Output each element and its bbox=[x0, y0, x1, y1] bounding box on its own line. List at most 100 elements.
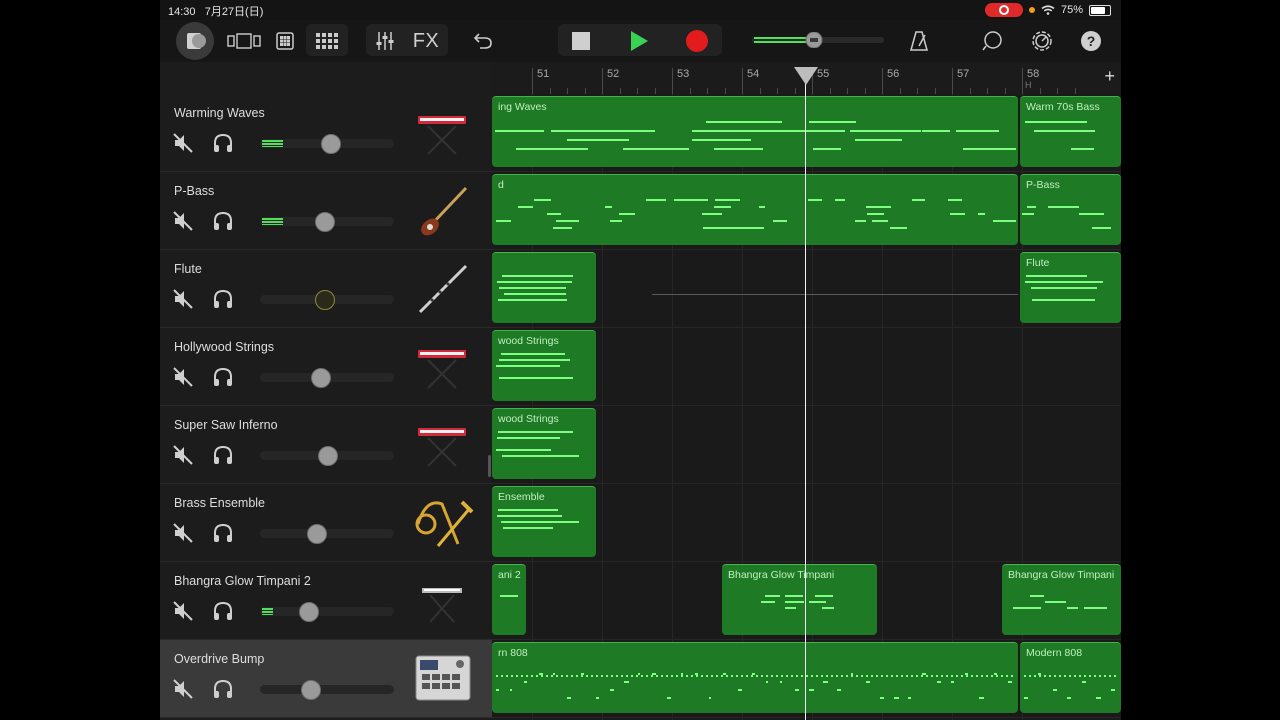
midi-region[interactable]: P-Bass bbox=[1020, 174, 1121, 245]
mute-button[interactable] bbox=[172, 132, 194, 154]
help-button[interactable]: ? bbox=[1078, 28, 1104, 54]
mute-button[interactable] bbox=[172, 600, 194, 622]
mute-button[interactable] bbox=[172, 210, 194, 232]
tracks-view-button[interactable] bbox=[272, 28, 298, 54]
track-volume-slider[interactable] bbox=[260, 602, 394, 622]
midi-note bbox=[872, 220, 888, 222]
midi-note bbox=[993, 220, 1002, 222]
loop-browser-button[interactable] bbox=[980, 28, 1006, 54]
midi-note bbox=[496, 220, 511, 222]
midi-note bbox=[1030, 595, 1044, 597]
headphones-icon bbox=[214, 679, 232, 698]
bass-guitar-icon[interactable] bbox=[412, 182, 474, 240]
volume-knob[interactable] bbox=[301, 680, 321, 700]
midi-region[interactable]: Flute bbox=[1020, 252, 1121, 323]
track-volume-slider[interactable] bbox=[260, 212, 394, 232]
brass-icon[interactable] bbox=[412, 494, 474, 552]
midi-region[interactable]: ani 2 bbox=[492, 564, 526, 635]
midi-region[interactable]: Modern 808 bbox=[1020, 642, 1121, 713]
live-loops-button[interactable] bbox=[312, 28, 342, 54]
drum-machine-icon[interactable] bbox=[412, 650, 474, 708]
track-header[interactable]: Warming Waves bbox=[160, 94, 492, 172]
midi-region[interactable]: ing Waves bbox=[492, 96, 1018, 167]
midi-note bbox=[890, 227, 907, 229]
track-volume-slider[interactable] bbox=[260, 524, 394, 544]
undo-button[interactable] bbox=[470, 28, 496, 54]
midi-region[interactable]: Bhangra Glow Timpani bbox=[1002, 564, 1121, 635]
volume-knob[interactable] bbox=[315, 212, 335, 232]
track-volume-slider[interactable] bbox=[260, 680, 394, 700]
fx-button[interactable]: FX bbox=[410, 28, 442, 54]
browser-button[interactable] bbox=[226, 28, 262, 54]
volume-knob[interactable] bbox=[321, 134, 341, 154]
midi-note bbox=[738, 689, 742, 691]
midi-note bbox=[809, 689, 814, 691]
master-volume-slider[interactable] bbox=[752, 32, 884, 48]
flute-icon[interactable] bbox=[412, 260, 474, 318]
tracks-area[interactable]: ing Waves Warm 70s Bass d P-Bass Flute wood S… bbox=[492, 94, 1121, 720]
track-header[interactable]: Overdrive Bump bbox=[160, 640, 492, 718]
add-section-button[interactable]: + bbox=[1104, 66, 1115, 87]
status-bar: 14:30 7月27日(日) 75% bbox=[160, 0, 1121, 20]
region-label: rn 808 bbox=[498, 647, 528, 659]
my-songs-button[interactable] bbox=[176, 22, 214, 60]
midi-note bbox=[766, 681, 768, 683]
settings-button[interactable] bbox=[1029, 28, 1055, 54]
stop-button[interactable] bbox=[566, 28, 596, 54]
record-button[interactable] bbox=[682, 28, 712, 54]
mute-button[interactable] bbox=[172, 678, 194, 700]
midi-note bbox=[610, 220, 622, 222]
midi-region[interactable]: Ensemble bbox=[492, 486, 596, 557]
track-header[interactable]: Super Saw Inferno bbox=[160, 406, 492, 484]
track-volume-slider[interactable] bbox=[260, 134, 394, 154]
midi-region[interactable]: wood Strings bbox=[492, 330, 596, 401]
mute-button[interactable] bbox=[172, 288, 194, 310]
midi-region[interactable]: wood Strings bbox=[492, 408, 596, 479]
track-volume-slider[interactable] bbox=[260, 446, 394, 466]
mute-icon bbox=[173, 211, 193, 231]
headphones-icon bbox=[214, 289, 232, 308]
midi-region[interactable]: Bhangra Glow Timpani bbox=[722, 564, 877, 635]
track-header[interactable]: Flute bbox=[160, 250, 492, 328]
track-volume-slider[interactable] bbox=[260, 368, 394, 388]
keyboard-icon[interactable] bbox=[412, 104, 474, 162]
track-header[interactable]: P-Bass bbox=[160, 172, 492, 250]
midi-note bbox=[809, 121, 836, 123]
midi-note bbox=[502, 275, 573, 277]
mute-button[interactable] bbox=[172, 366, 194, 388]
mixer-button[interactable] bbox=[372, 28, 398, 54]
solo-button[interactable] bbox=[212, 366, 234, 388]
keyboard-icon[interactable] bbox=[412, 338, 474, 396]
midi-note bbox=[499, 377, 573, 379]
solo-button[interactable] bbox=[212, 522, 234, 544]
midi-note bbox=[908, 697, 911, 699]
solo-button[interactable] bbox=[212, 210, 234, 232]
playhead-handle[interactable] bbox=[794, 67, 818, 85]
metronome-button[interactable] bbox=[906, 28, 932, 54]
track-header[interactable]: Brass Ensemble bbox=[160, 484, 492, 562]
keyboard-icon[interactable] bbox=[412, 416, 474, 474]
midi-region[interactable]: Warm 70s Bass bbox=[1020, 96, 1121, 167]
mute-button[interactable] bbox=[172, 444, 194, 466]
volume-knob[interactable] bbox=[311, 368, 331, 388]
midi-note bbox=[499, 287, 566, 289]
solo-button[interactable] bbox=[212, 288, 234, 310]
track-volume-slider[interactable] bbox=[260, 290, 394, 310]
volume-knob[interactable] bbox=[318, 446, 338, 466]
headphones-icon bbox=[214, 523, 232, 542]
solo-button[interactable] bbox=[212, 600, 234, 622]
play-button[interactable] bbox=[624, 28, 654, 54]
track-header[interactable]: Hollywood Strings bbox=[160, 328, 492, 406]
volume-knob[interactable] bbox=[299, 602, 319, 622]
solo-button[interactable] bbox=[212, 444, 234, 466]
volume-knob[interactable] bbox=[307, 524, 327, 544]
mute-button[interactable] bbox=[172, 522, 194, 544]
solo-button[interactable] bbox=[212, 132, 234, 154]
solo-button[interactable] bbox=[212, 678, 234, 700]
track-header[interactable]: Bhangra Glow Timpani 2 bbox=[160, 562, 492, 640]
midi-region[interactable]: rn 808 bbox=[492, 642, 1018, 713]
volume-knob[interactable] bbox=[315, 290, 335, 310]
midi-region[interactable]: d bbox=[492, 174, 1018, 245]
midi-region[interactable] bbox=[492, 252, 596, 323]
keyboard-stand-icon[interactable] bbox=[412, 572, 474, 630]
